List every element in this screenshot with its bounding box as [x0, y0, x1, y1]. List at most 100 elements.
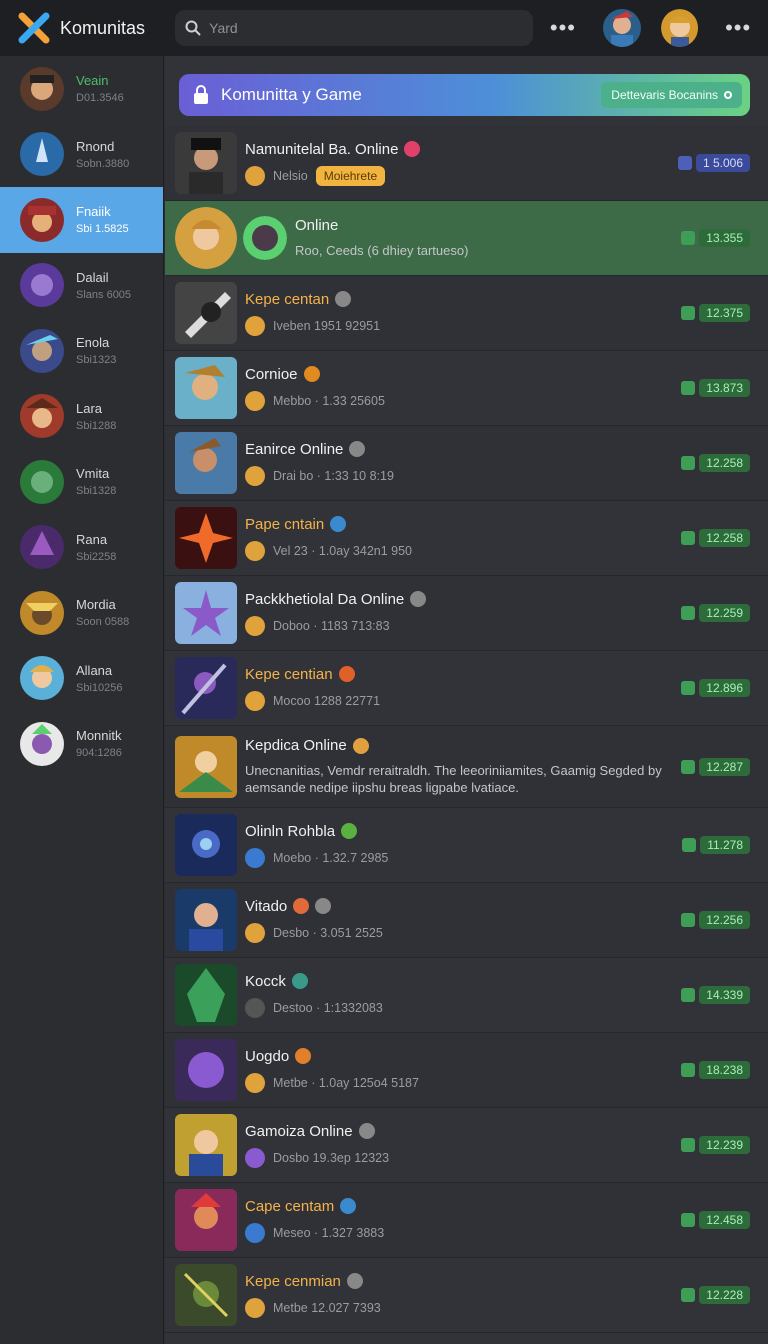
thumbnail [175, 735, 237, 798]
badge-icon [338, 666, 355, 682]
badge-icon [293, 898, 310, 914]
member-count-value: 14.339 [699, 986, 750, 1004]
members-icon [681, 1138, 696, 1152]
sidebar-item[interactable]: Rana Sbi2258 [0, 515, 163, 581]
list-item[interactable]: Uogdo Metbe · 1.0ay 125o4 5187 18.238 [165, 1033, 768, 1108]
lock-icon [194, 85, 208, 104]
item-title: Eanirce Online [245, 440, 344, 458]
list-item[interactable]: Kepdica Online Unecnanitias, Vemdr rerai… [165, 726, 768, 808]
app-name: Komunitas [60, 17, 146, 38]
list-item[interactable]: Online Roo, Ceeds (6 dhiey tartueso) 13.… [165, 201, 768, 276]
sidebar-item-sub: Soon 0588 [76, 616, 130, 629]
avatar [20, 66, 64, 111]
sidebar-item[interactable]: Enola Sbi1323 [0, 318, 163, 384]
search-input[interactable]: Yard [175, 10, 534, 46]
sidebar-item-sub: Sbi10256 [76, 681, 123, 694]
sidebar-item[interactable]: Veain D01.3546 [0, 56, 163, 122]
more-dots-icon[interactable]: ••• [708, 17, 768, 39]
item-meta: Vel 23 · 1.0ay 342n1 950 [273, 543, 413, 558]
list-item[interactable]: Vitado Desbo · 3.051 2525 12.256 [165, 883, 768, 958]
sidebar-item-sub: Slans 6005 [76, 288, 132, 301]
members-icon [681, 381, 696, 395]
item-title: Cape centam [245, 1197, 335, 1215]
banner-title: Komunitta y Game [221, 85, 362, 104]
avatar [20, 459, 64, 504]
item-title: Olinln Rohbla [245, 822, 336, 840]
user-icon [245, 997, 265, 1018]
item-meta: Drai bo · 1:33 10 8:19 [273, 468, 394, 483]
sidebar-item[interactable]: Mordia Soon 0588 [0, 580, 163, 646]
sidebar-item-sub: Sbi1288 [76, 419, 117, 432]
user-icon [245, 1072, 265, 1093]
item-meta: Moebo · 1.32.7 2985 [273, 850, 389, 865]
sidebar-item-name: Mordia [76, 597, 116, 613]
item-title: Gamoiza Online [245, 1122, 353, 1140]
member-count: 12.258 [681, 529, 750, 547]
list-item[interactable]: Namunitelal Ba. Online Nelsio Moiehrete 1… [165, 126, 768, 201]
thumbnail [175, 814, 237, 876]
banner-button[interactable]: Dettevaris Bocanins [601, 82, 742, 108]
avatar[interactable] [602, 9, 641, 47]
sidebar-item[interactable]: Fnaiik Sbi 1.5825 [0, 187, 163, 253]
list-item[interactable]: Kepe cenmian Metbe 12.027 7393 12.228 [165, 1258, 768, 1333]
member-count-value: 12.375 [699, 304, 750, 322]
sidebar-item-sub: Sbi1323 [76, 354, 117, 367]
member-count: 12.375 [681, 304, 750, 322]
item-title: Cornioe [245, 365, 298, 383]
user-icon [245, 165, 265, 186]
item-meta: Mocoo 1288 22771 [273, 693, 381, 708]
status-badge: Moiehrete [315, 165, 386, 186]
thumbnail [175, 889, 237, 951]
list-item[interactable]: Packkhetiolal Da Online Doboo · 1183 713… [165, 576, 768, 651]
item-meta: Meseo · 1.327 3883 [273, 1225, 385, 1240]
user-icon [245, 1147, 265, 1168]
user-icon [245, 1222, 265, 1243]
item-title: Kepe cenmian [245, 1272, 341, 1290]
members-icon [681, 306, 696, 320]
list-item[interactable]: Kepe centian Mocoo 1288 22771 12.896 [165, 651, 768, 726]
item-title: Pape cntain [245, 515, 325, 533]
item-title: Kepe centan [245, 290, 330, 308]
list-item[interactable]: Olinln Rohbla Moebo · 1.32.7 2985 11.278 [165, 808, 768, 883]
sidebar-item[interactable]: Dalail Slans 6005 [0, 253, 163, 319]
sidebar-item-sub: Sbi1328 [76, 485, 117, 498]
sidebar-item[interactable]: Allana Sbi10256 [0, 646, 163, 712]
sidebar-item[interactable]: Vmita Sbi1328 [0, 449, 163, 515]
members-icon [681, 1288, 696, 1302]
badge-icon [352, 737, 369, 754]
sidebar: Veain D01.3546 Rnond Sobn.3880 Fnaiik Sbi 1… [0, 56, 164, 1344]
member-count-value: 12.256 [699, 911, 750, 929]
list-item[interactable]: Kepe centan Iveben 1951 92951 12.375 [165, 276, 768, 351]
item-title: Namunitelal Ba. Online [245, 140, 399, 158]
avatar [20, 328, 64, 373]
user-avatar[interactable] [660, 9, 699, 47]
member-count: 12.287 [681, 757, 750, 776]
app-logo[interactable]: Komunitas [16, 10, 165, 46]
members-icon [681, 1213, 696, 1227]
badge-icon [291, 973, 308, 989]
members-icon [681, 759, 696, 774]
members-icon [681, 913, 696, 927]
sidebar-item[interactable]: Monnitk 904:1286 [0, 711, 163, 777]
sidebar-item[interactable]: Rnond Sobn.3880 [0, 122, 163, 188]
avatar [20, 525, 64, 570]
list-item[interactable]: Cape centam Meseo · 1.327 3883 12.458 [165, 1183, 768, 1258]
list-item[interactable]: Eanirce Online Drai bo · 1:33 10 8:19 12… [165, 426, 768, 501]
list-item[interactable]: Cornioe Mebbo · 1.33 25605 13.873 [165, 351, 768, 426]
badge-icon [335, 291, 352, 307]
sidebar-item-name: Vmita [76, 466, 110, 482]
item-title: Packkhetiolal Da Online [245, 590, 405, 608]
sidebar-item[interactable]: Lara Sbi1288 [0, 384, 163, 450]
member-count-value: 13.873 [699, 379, 750, 397]
thumbnail [175, 282, 237, 344]
list-item[interactable]: Kocck Destoo · 1:1332083 14.339 [165, 958, 768, 1033]
top-bar: Komunitas Yard ••• ••• [0, 0, 768, 56]
members-icon [681, 1063, 696, 1077]
more-dots-icon[interactable]: ••• [533, 17, 593, 39]
sidebar-item-sub: D01.3546 [76, 92, 124, 105]
sidebar-item-sub: Sbi2258 [76, 550, 117, 563]
badge-icon [404, 141, 421, 157]
item-description: Unecnanitias, Vemdr reraitraldh. The lee… [245, 763, 662, 795]
list-item[interactable]: Gamoiza Online Dosbo 19.3ep 12323 12.239 [165, 1108, 768, 1183]
list-item[interactable]: Pape cntain Vel 23 · 1.0ay 342n1 950 12.… [165, 501, 768, 576]
